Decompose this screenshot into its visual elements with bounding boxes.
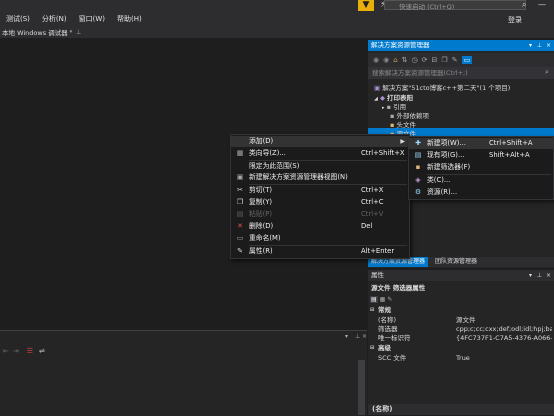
existing-item-icon: ▤: [414, 151, 422, 159]
property-row[interactable]: 唯一标识符 {4FC737F1-C7A5-4376-A066-2: [368, 334, 554, 343]
property-category-general[interactable]: ⊟ 常规: [368, 306, 554, 315]
menu-test[interactable]: 测试(S): [6, 14, 30, 24]
close-icon[interactable]: ×: [546, 270, 551, 281]
tab-team-explorer[interactable]: 团队资源管理器: [432, 257, 480, 267]
solution-explorer-title: 解决方案资源管理器 ▾ ⊥ ×: [368, 40, 554, 51]
submenu-item-resource[interactable]: ⚙ 资源(R)...: [409, 187, 553, 198]
collapse-icon[interactable]: ⊟: [370, 344, 374, 353]
new-item-icon: ✚: [415, 139, 421, 147]
show-all-icon[interactable]: ❐: [441, 56, 447, 64]
solution-icon: ▣: [374, 84, 381, 92]
menu-item-class-wizard[interactable]: ▦ 类向导(Z)... Ctrl+Shift+X: [231, 148, 409, 159]
menu-item-copy[interactable]: ❐ 复制(Y) Ctrl+C: [231, 197, 409, 208]
submenu-item-class[interactable]: ◈ 类(C)...: [409, 175, 553, 186]
back-icon[interactable]: ⇤: [3, 347, 9, 355]
wrap-icon[interactable]: ⇌: [39, 347, 45, 355]
menu-item-properties[interactable]: ✎ 属性(R) Alt+Enter: [231, 246, 409, 257]
copy-icon: ❐: [236, 198, 244, 206]
search-icon[interactable]: ⌕: [522, 0, 526, 10]
menu-window[interactable]: 窗口(W): [79, 14, 105, 24]
property-description: (名称): [368, 404, 554, 415]
dropdown-icon[interactable]: ▾: [529, 40, 532, 51]
new-view-icon: ▣: [236, 173, 244, 181]
menu-item-new-view[interactable]: ▣ 新建解决方案资源管理器视图(N): [231, 172, 409, 183]
alphabetical-icon[interactable]: ▦: [380, 296, 386, 303]
forward-icon[interactable]: ◉: [383, 56, 389, 64]
submenu-item-existing-item[interactable]: ▤ 现有项(G)... Shift+Alt+A: [409, 150, 553, 161]
menu-analyze[interactable]: 分析(N): [42, 14, 67, 24]
preview-icon[interactable]: ▭: [461, 56, 473, 64]
pin-icon[interactable]: ⊥: [537, 270, 542, 281]
properties-title: 属性 ▾ ⊥ ×: [368, 270, 554, 281]
panel-close-icon[interactable]: ×: [362, 333, 367, 340]
submenu-item-new-filter[interactable]: ▪ 新建筛选器(F): [409, 162, 553, 173]
paste-icon: ▤: [236, 210, 244, 218]
debugger-select[interactable]: 本地 Windows 调试器: [2, 27, 68, 37]
minimize-icon[interactable]: —: [538, 0, 546, 9]
add-submenu: ✚ 新建项(W)... Ctrl+Shift+A ▤ 现有项(G)... Shi…: [408, 136, 554, 200]
solution-explorer-toolbar: ◉ ◉ ⌂ ⇅ ◷ ⟳ ⊟ ❐ ✎ ▭: [368, 53, 554, 67]
chevron-down-icon[interactable]: ▾: [70, 29, 73, 35]
back-icon[interactable]: ◉: [373, 56, 379, 64]
forward-icon[interactable]: ⇥: [13, 347, 19, 355]
output-panel: [0, 330, 367, 416]
search-icon[interactable]: ⌕: [545, 68, 549, 77]
pin-icon[interactable]: ⊥: [76, 29, 81, 36]
wrench-icon: ✎: [237, 247, 243, 255]
pin-icon[interactable]: ⊥: [537, 40, 542, 51]
properties-object: 源文件 筛选器属性: [371, 284, 426, 292]
menu-item-scope[interactable]: 限定为此范围(S): [231, 161, 409, 172]
folder-icon: ▪: [415, 163, 421, 171]
panel-pin-icon[interactable]: ⊥: [355, 333, 360, 340]
property-row[interactable]: SCC 文件 True: [368, 354, 554, 363]
collapse-icon[interactable]: ⊟: [432, 56, 438, 64]
sign-in-link[interactable]: 登录: [508, 15, 522, 25]
property-row[interactable]: 筛选器 cpp;c;cc;cxx;def;odl;idl;hpj;bat: [368, 325, 554, 334]
close-icon[interactable]: ×: [546, 40, 551, 51]
filter-icon[interactable]: ▼: [358, 0, 374, 11]
solution-search-input[interactable]: 搜索解决方案资源管理器(Ctrl+;): [368, 67, 554, 79]
menu-item-paste: ▤ 粘贴(P) Ctrl+V: [236, 210, 384, 218]
property-category-advanced[interactable]: ⊟ 高级: [368, 344, 554, 353]
class-wizard-icon: ▦: [236, 149, 244, 157]
tree-item-solution[interactable]: ▣ 解决方案"51cto博客c++第二天"(1 个项目): [374, 82, 510, 92]
history-icon[interactable]: ◷: [412, 56, 418, 64]
delete-icon: ✕: [237, 222, 243, 230]
clear-icon[interactable]: ☰: [27, 347, 33, 355]
quick-launch-input[interactable]: 快速启动 (Ctrl+Q): [384, 0, 526, 11]
wrench-icon[interactable]: ✎: [387, 296, 392, 303]
property-row[interactable]: (名称) 源文件: [368, 316, 554, 325]
menu-item-add[interactable]: 添加(D) ▶: [231, 136, 409, 147]
resource-icon: ⚙: [414, 188, 422, 196]
output-toolbar: ⇤ ⇥ ☰ ⇌: [0, 345, 367, 357]
context-menu: 添加(D) ▶ ▦ 类向导(Z)... Ctrl+Shift+X 限定为此范围(…: [230, 134, 410, 259]
menu-bar: 测试(S) 分析(N) 窗口(W) 帮助(H): [0, 12, 554, 26]
properties-icon[interactable]: ✎: [452, 56, 458, 64]
menu-item-delete[interactable]: ✕ 删除(D) Del: [231, 221, 409, 232]
menu-item-cut[interactable]: ✂ 剪切(T) Ctrl+X: [231, 185, 409, 196]
dropdown-icon[interactable]: ▾: [529, 270, 532, 281]
properties-toolbar: ▤ ▦ ✎: [370, 294, 392, 304]
collapse-icon[interactable]: ⊟: [370, 306, 374, 315]
sync-icon[interactable]: ⇅: [402, 56, 408, 64]
panel-dropdown-icon[interactable]: ▾: [345, 333, 348, 340]
collapse-arrow-icon[interactable]: ▸: [382, 105, 385, 111]
toolbar: 本地 Windows 调试器 ▾ ⊥: [0, 26, 554, 38]
rename-icon: ▭: [236, 234, 244, 242]
submenu-arrow-icon: ▶: [400, 138, 405, 145]
home-icon[interactable]: ⌂: [393, 56, 397, 64]
menu-help[interactable]: 帮助(H): [117, 14, 142, 24]
categorized-icon[interactable]: ▤: [370, 295, 378, 303]
pending-icon[interactable]: ⟳: [422, 56, 428, 64]
scissors-icon: ✂: [237, 186, 243, 194]
submenu-item-new-item[interactable]: ✚ 新建项(W)... Ctrl+Shift+A: [409, 138, 553, 149]
output-scrollbar[interactable]: [358, 360, 365, 415]
class-icon: ◈: [415, 176, 421, 184]
expand-icon[interactable]: ◢: [374, 96, 378, 102]
menu-item-rename[interactable]: ▭ 重命名(M): [231, 233, 409, 244]
